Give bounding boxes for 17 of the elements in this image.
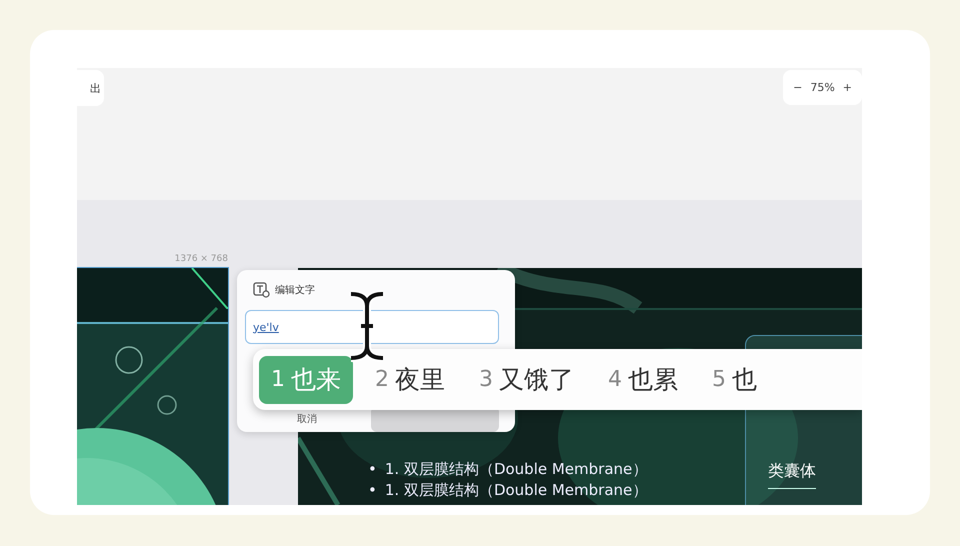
candidate-item[interactable]: 5 也 (700, 356, 769, 404)
text-input-field[interactable]: ye'lv (245, 310, 499, 344)
exit-button[interactable]: 出 (77, 70, 104, 106)
bullet-text: 1. 双层膜结构（Double Membrane） (384, 460, 648, 478)
cancel-button[interactable]: 取消 (297, 412, 317, 426)
candidate-item[interactable]: 3 又饿了 (467, 356, 586, 404)
bullet-text: 1. 双层膜结构（Double Membrane） (384, 481, 648, 499)
popup-title: 编辑文字 (275, 284, 315, 297)
candidate-item[interactable]: 4 也累 (596, 356, 690, 404)
bullet-marker: • (368, 481, 377, 499)
callout-label: 类囊体 (768, 461, 816, 489)
zoom-in-button[interactable]: + (842, 81, 852, 94)
bullet-marker: • (368, 460, 377, 478)
zoom-level: 75% (810, 81, 835, 94)
candidate-item[interactable]: 2 夜里 (363, 356, 457, 404)
canvas-size-label: 1376 × 768 (174, 254, 228, 264)
zoom-out-button[interactable]: − (793, 81, 802, 94)
